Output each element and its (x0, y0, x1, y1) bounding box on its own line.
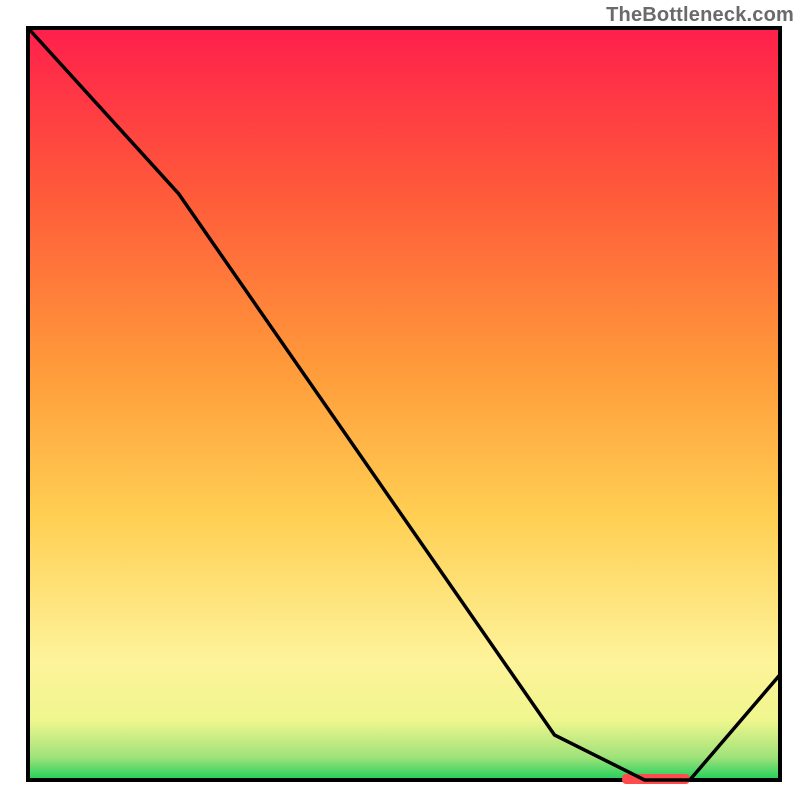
chart-stage: TheBottleneck.com (0, 0, 800, 800)
plot-background (28, 28, 780, 780)
bottleneck-chart (0, 0, 800, 800)
